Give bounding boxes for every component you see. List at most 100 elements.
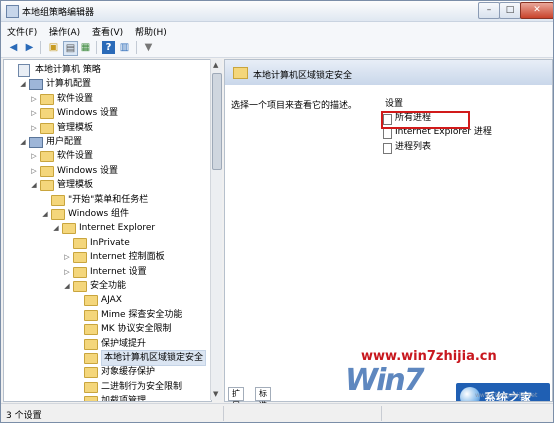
policy-tree[interactable]: 本地计算机 策略 ◢ 计算机配置 ▷ 软件设置 ▷ Windows 设置 ▷ 管理模板 ◢ 用户配置… [3,59,212,402]
tree-item[interactable]: InPrivate [4,236,211,250]
tree-item[interactable]: ▷ 软件设置 [4,92,211,106]
tree-item-label: Internet 控制面板 [90,252,165,263]
collapse-arrow-icon[interactable]: ◢ [19,135,27,149]
expand-arrow-icon[interactable]: ▷ [30,106,38,120]
tree-item[interactable]: ▷ Windows 设置 [4,106,211,120]
filter-icon[interactable]: ▼ [142,41,155,54]
tree-item[interactable]: ▷ Windows 设置 [4,164,211,178]
folder-icon [62,223,76,235]
expand-arrow-icon[interactable]: ▷ [30,121,38,135]
tree-scrollbar[interactable]: ▲ ▼ [210,59,222,400]
expand-arrow-icon[interactable]: ▷ [30,149,38,163]
menu-action[interactable]: 操作(A) [49,25,80,38]
menu-view[interactable]: 查看(V) [92,25,123,38]
toolbar-separator [40,41,41,54]
collapse-arrow-icon[interactable]: ◢ [19,77,27,91]
tree-item[interactable]: ◢ Windows 组件 [4,207,211,221]
tree-item[interactable]: 保护域提升 [4,337,211,351]
app-window: 本地组策略编辑器 – □ ✕ 文件(F) 操作(A) 查看(V) 帮助(H) ◀… [0,0,554,423]
tree-item[interactable]: MK 协议安全限制 [4,322,211,336]
tree-item[interactable]: ▷ Internet 设置 [4,265,211,279]
tree-item[interactable]: 加载项管理 [4,394,211,402]
menu-bar: 文件(F) 操作(A) 查看(V) 帮助(H) [1,22,553,38]
menu-file[interactable]: 文件(F) [7,25,37,38]
tree-item-label: 管理模板 [57,180,94,191]
details-pane: 本地计算机区域锁定安全 选择一个项目来查看它的描述。 设置 所有进程 Inter… [224,59,553,402]
tree-item-label: 对象缓存保护 [101,367,156,378]
tree-item-label: 本地计算机区域锁定安全 [101,350,207,366]
tree-item[interactable]: Mime 探查安全功能 [4,308,211,322]
scroll-thumb[interactable] [212,73,222,170]
help-icon[interactable]: ? [102,41,115,54]
tree-item-label: Windows 设置 [57,108,119,119]
show-hide-tree-icon[interactable]: ▤ [63,41,78,56]
settings-column-header[interactable]: 设置 [385,96,403,109]
export-list-icon[interactable]: ▦ [79,41,92,54]
tree-item-label: Mime 探查安全功能 [101,309,183,320]
collapse-arrow-icon[interactable]: ◢ [41,207,49,221]
tree-item-label: 二进制行为安全限制 [101,381,183,392]
setting-label: 进程列表 [395,142,432,152]
tree-item-label: 保护域提升 [101,338,147,349]
folder-icon [84,338,98,350]
forward-arrow-icon[interactable]: ▶ [23,41,36,54]
tree-item[interactable]: "开始"菜单和任务栏 [4,193,211,207]
tab-extended[interactable]: 扩展 [228,387,244,410]
policy-editor-icon [6,5,19,18]
up-folder-icon[interactable]: ▣ [47,41,60,54]
tree-item[interactable]: ◢ 用户配置 [4,135,211,149]
expand-arrow-icon[interactable]: ▷ [30,164,38,178]
folder-icon [40,180,54,192]
collapse-arrow-icon[interactable]: ◢ [63,279,71,293]
status-divider [223,406,224,421]
scroll-down-icon[interactable]: ▼ [213,390,218,398]
collapse-arrow-icon[interactable]: ◢ [52,221,60,235]
tree-item-label: Internet Explorer [79,223,156,234]
scroll-up-icon[interactable]: ▲ [213,61,218,69]
properties-icon[interactable]: ▥ [118,41,131,54]
expand-arrow-icon[interactable]: ▷ [30,92,38,106]
description-text: 选择一个项目来查看它的描述。 [231,101,358,111]
tree-item-label: 加载项管理 [101,396,147,402]
tree-item[interactable]: ▷ Internet 控制面板 [4,250,211,264]
folder-icon [40,93,54,105]
highlight-box [381,111,470,129]
toolbar-separator [136,41,137,54]
tree-item-label: 计算机配置 [46,79,92,90]
expand-arrow-icon[interactable]: ▷ [63,250,71,264]
folder-icon [73,252,87,264]
tree-item[interactable]: AJAX [4,293,211,307]
tab-standard[interactable]: 标准 [255,387,271,410]
folder-icon [84,309,98,321]
tree-item[interactable]: ▷ 软件设置 [4,149,211,163]
tree-item-label: InPrivate [90,237,130,248]
tree-item-label: MK 协议安全限制 [101,324,172,335]
title-bar: 本地组策略编辑器 – □ ✕ [1,1,553,22]
tree-item[interactable]: 二进制行为安全限制 [4,380,211,394]
menu-help[interactable]: 帮助(H) [135,25,167,38]
tree-item-label: Windows 组件 [68,209,130,219]
tree-item[interactable]: ◢ 管理模板 [4,178,211,192]
details-title: 本地计算机区域锁定安全 [253,71,353,81]
minimize-button[interactable]: – [478,2,500,19]
tree-item-selected[interactable]: 本地计算机区域锁定安全 [4,350,211,366]
collapse-arrow-icon[interactable]: ◢ [30,178,38,192]
close-button[interactable]: ✕ [520,2,553,19]
maximize-button[interactable]: □ [499,2,521,19]
back-arrow-icon[interactable]: ◀ [7,41,20,54]
tree-item-label: 安全功能 [90,281,127,291]
folder-icon [73,266,87,278]
expand-arrow-icon[interactable]: ▷ [63,265,71,279]
tree-item[interactable]: 对象缓存保护 [4,365,211,379]
status-divider [381,406,382,421]
watermark-small-url: www.xitongzhijia.net [475,392,538,399]
tree-item[interactable]: 本地计算机 策略 [4,63,211,77]
policy-setting-icon [383,128,392,139]
folder-icon [84,381,98,393]
tree-item[interactable]: ▷ 管理模板 [4,121,211,135]
tree-item[interactable]: ◢ Internet Explorer [4,221,211,235]
tree-item[interactable]: ◢ 安全功能 [4,279,211,293]
folder-icon [84,396,98,401]
tree-item-label: Windows 设置 [57,165,119,176]
tree-item[interactable]: ◢ 计算机配置 [4,77,211,91]
